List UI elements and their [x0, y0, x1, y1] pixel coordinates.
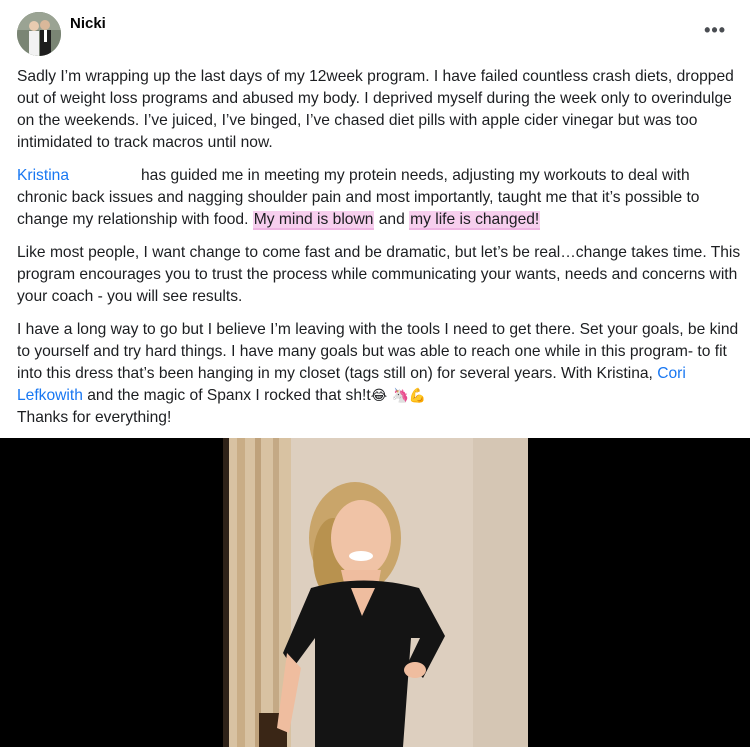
highlight-mind-blown: My mind is blown [252, 211, 375, 230]
highlight-life-changed: my life is changed! [409, 211, 541, 230]
paragraph-4: I have a long way to go but I believe I’… [17, 319, 742, 429]
paragraph-1: Sadly I’m wrapping up the last days of m… [17, 68, 734, 151]
paragraph-5: Thanks for everything! [17, 409, 172, 426]
paragraph-4-text-2: and the magic of Spanx I rocked that sh!… [87, 387, 371, 404]
emoji-icons: 😂 🦄💪 [370, 388, 427, 404]
paragraph-2-and: and [378, 211, 405, 228]
post-body: Sadly I’m wrapping up the last days of m… [17, 66, 742, 440]
more-options-icon[interactable]: ••• [704, 20, 726, 41]
post-photo[interactable] [223, 438, 528, 747]
post-card: Nicki ••• Sadly I’m wrapping up the last… [0, 0, 750, 438]
paragraph-4-text-1: I have a long way to go but I believe I’… [17, 321, 739, 382]
author-name[interactable]: Nicki [70, 15, 106, 32]
avatar-photo [17, 12, 61, 56]
paragraph-2: Kristina has guided me in meeting my prot… [17, 165, 742, 231]
avatar[interactable] [17, 12, 61, 56]
paragraph-3: Like most people, I want change to come … [17, 244, 741, 305]
mention-kristina[interactable]: Kristina [17, 167, 69, 184]
post-photo-container[interactable] [0, 438, 750, 747]
